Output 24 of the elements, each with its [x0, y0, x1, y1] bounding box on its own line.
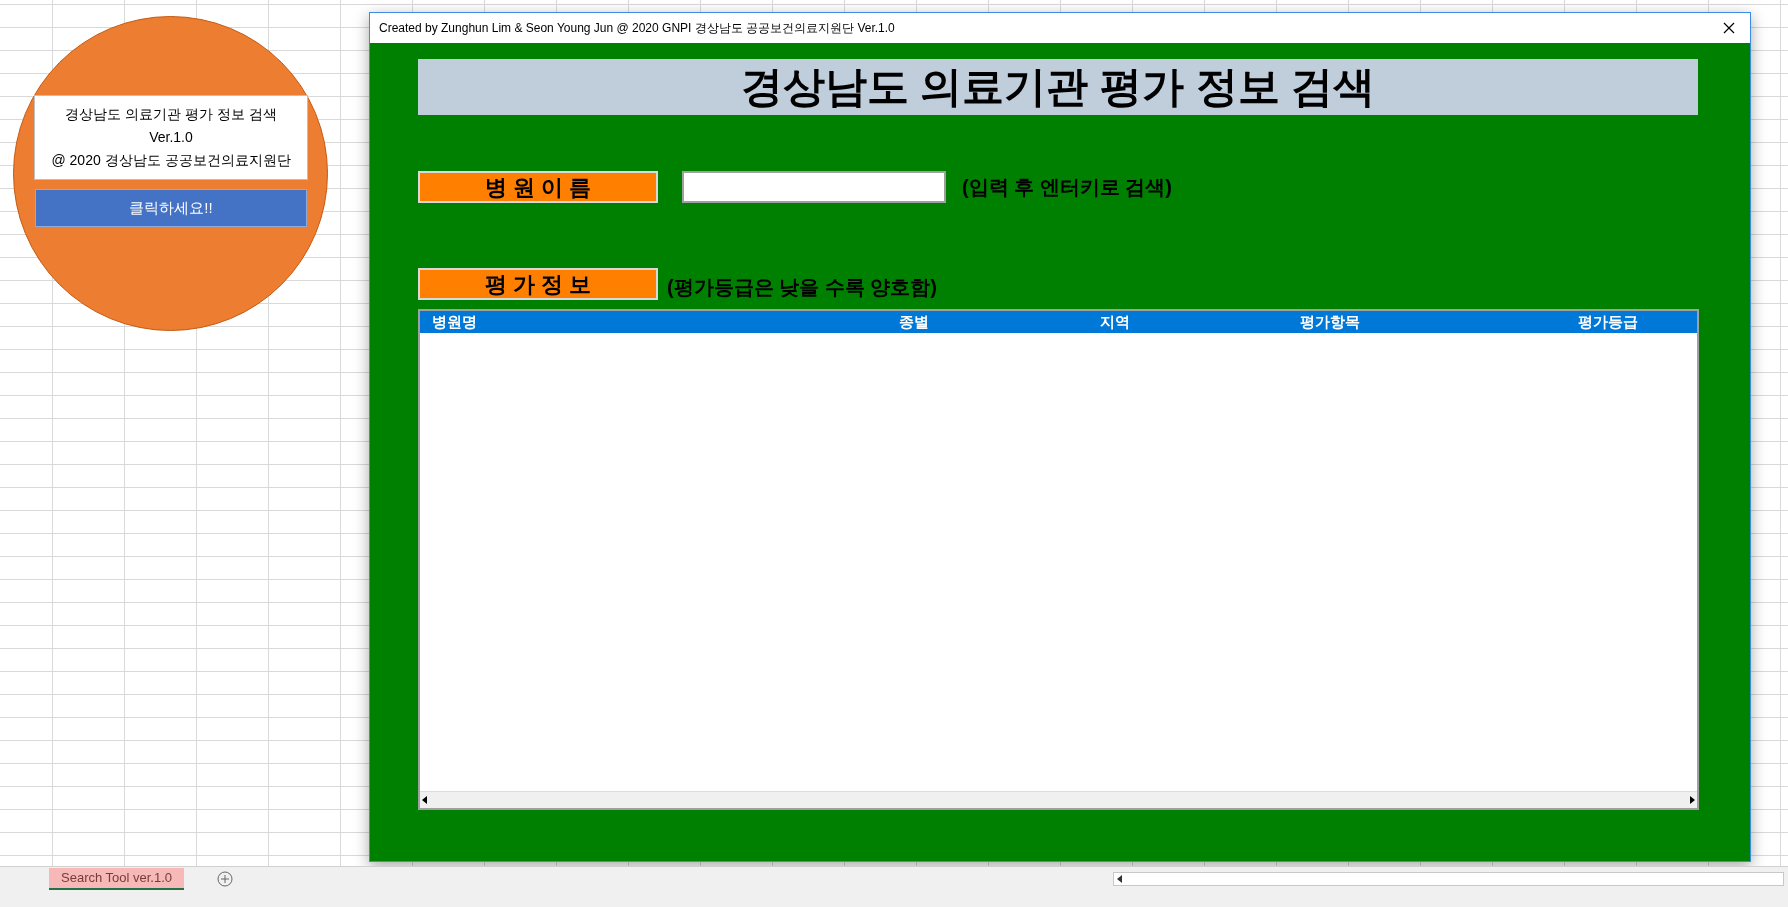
grade-hint: (평가등급은 낮을 수록 양호함) — [667, 275, 937, 300]
evaluation-info-label: 평 가 정 보 — [418, 268, 658, 300]
scroll-right-icon[interactable] — [1689, 796, 1695, 804]
column-header[interactable]: 병원명 — [420, 310, 850, 334]
scroll-left-icon[interactable] — [422, 796, 428, 804]
column-header[interactable]: 지역 — [978, 310, 1252, 334]
window-title: Created by Zunghun Lim & Seon Young Jun @ 2020 GNPI 경상남도 공공보건의료지원단 Ver.1.0 — [379, 20, 895, 37]
scroll-left-icon[interactable] — [1117, 875, 1123, 883]
column-header[interactable]: 평가등급 — [1408, 310, 1697, 334]
info-text: @ 2020 경상남도 공공보건의료지원단 — [51, 151, 291, 170]
search-hint: (입력 후 엔터키로 검색) — [962, 175, 1172, 200]
column-header[interactable]: 평가항목 — [1252, 310, 1408, 334]
close-icon — [1723, 22, 1735, 34]
hospital-name-label: 병 원 이 름 — [418, 171, 658, 203]
add-sheet-icon[interactable] — [217, 871, 234, 887]
page-heading: 경상남도 의료기관 평가 정보 검색 — [740, 66, 1376, 108]
info-text: 경상남도 의료기관 평가 정보 검색 — [65, 105, 277, 124]
column-header[interactable]: 종별 — [850, 310, 978, 334]
sheet-tab[interactable]: Search Tool ver.1.0 — [49, 868, 185, 890]
click-button[interactable]: 클릭하세요!! — [35, 189, 307, 227]
info-text: Ver.1.0 — [149, 128, 193, 147]
horizontal-scrollbar[interactable] — [1113, 872, 1785, 886]
hospital-name-input[interactable] — [682, 171, 946, 203]
horizontal-scrollbar[interactable] — [420, 791, 1697, 808]
